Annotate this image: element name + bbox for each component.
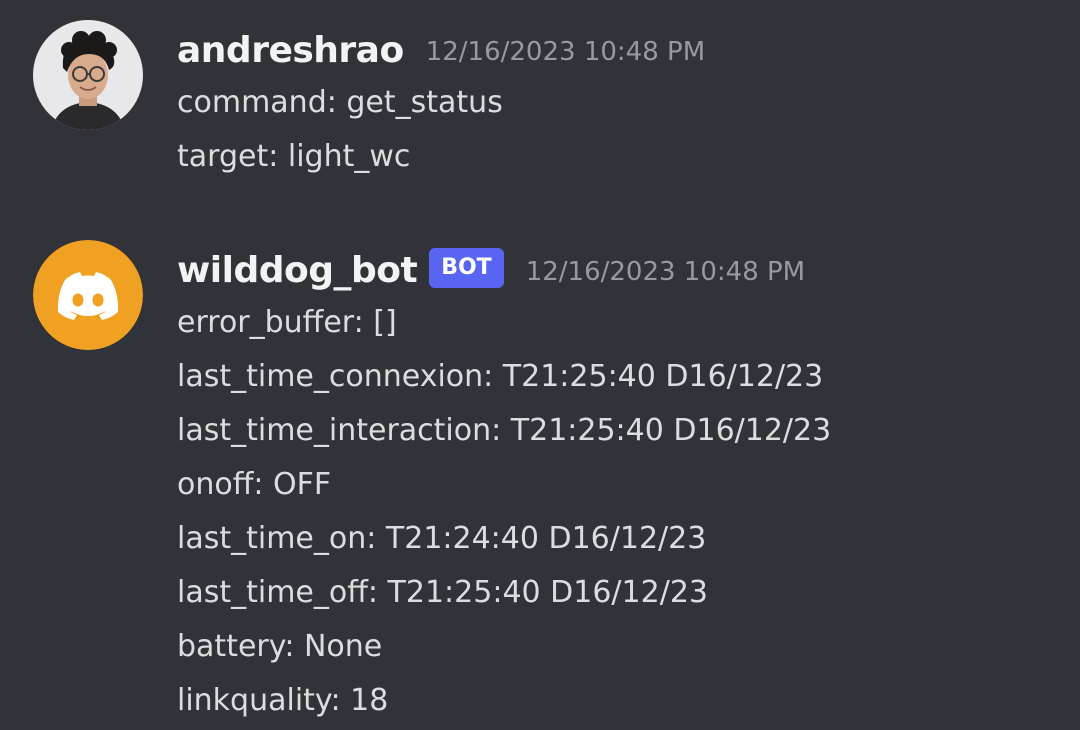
user-avatar[interactable]	[33, 20, 143, 130]
user-avatar-image	[33, 20, 143, 130]
message-timestamp: 12/16/2023 10:48 PM	[425, 37, 706, 67]
message-timestamp: 12/16/2023 10:48 PM	[525, 257, 806, 287]
message-header: wilddog_bot BOT 12/16/2023 10:48 PM	[177, 238, 1057, 302]
message-line: target: light_wc	[177, 139, 411, 174]
message-line: last_time_connexion: T21:25:40 D16/12/23	[177, 359, 824, 394]
message-line: battery: None	[177, 629, 383, 664]
username[interactable]: wilddog_bot	[177, 250, 418, 291]
message-line: command: get_status	[177, 85, 503, 120]
message-body: command: get_status target: light_wc	[177, 76, 1057, 184]
message-line: onoff: OFF	[177, 467, 332, 502]
discord-logo-icon	[33, 240, 143, 350]
message-content: andreshrao 12/16/2023 10:48 PM command: …	[177, 18, 1057, 184]
message-body: error_buffer: [] last_time_connexion: T2…	[177, 296, 1057, 728]
message-line: last_time_interaction: T21:25:40 D16/12/…	[177, 413, 832, 448]
message-line: linkquality: 18	[177, 683, 389, 718]
message-line: last_time_on: T21:24:40 D16/12/23	[177, 521, 707, 556]
message-header: andreshrao 12/16/2023 10:48 PM	[177, 18, 1057, 82]
chat-message-list: andreshrao 12/16/2023 10:48 PM command: …	[0, 0, 1080, 730]
message-line: last_time_off: T21:25:40 D16/12/23	[177, 575, 708, 610]
bot-badge: BOT	[429, 248, 504, 288]
bot-avatar[interactable]	[33, 240, 143, 350]
message-content: wilddog_bot BOT 12/16/2023 10:48 PM erro…	[177, 238, 1057, 728]
username[interactable]: andreshrao	[177, 30, 404, 71]
message-line: error_buffer: []	[177, 305, 397, 340]
